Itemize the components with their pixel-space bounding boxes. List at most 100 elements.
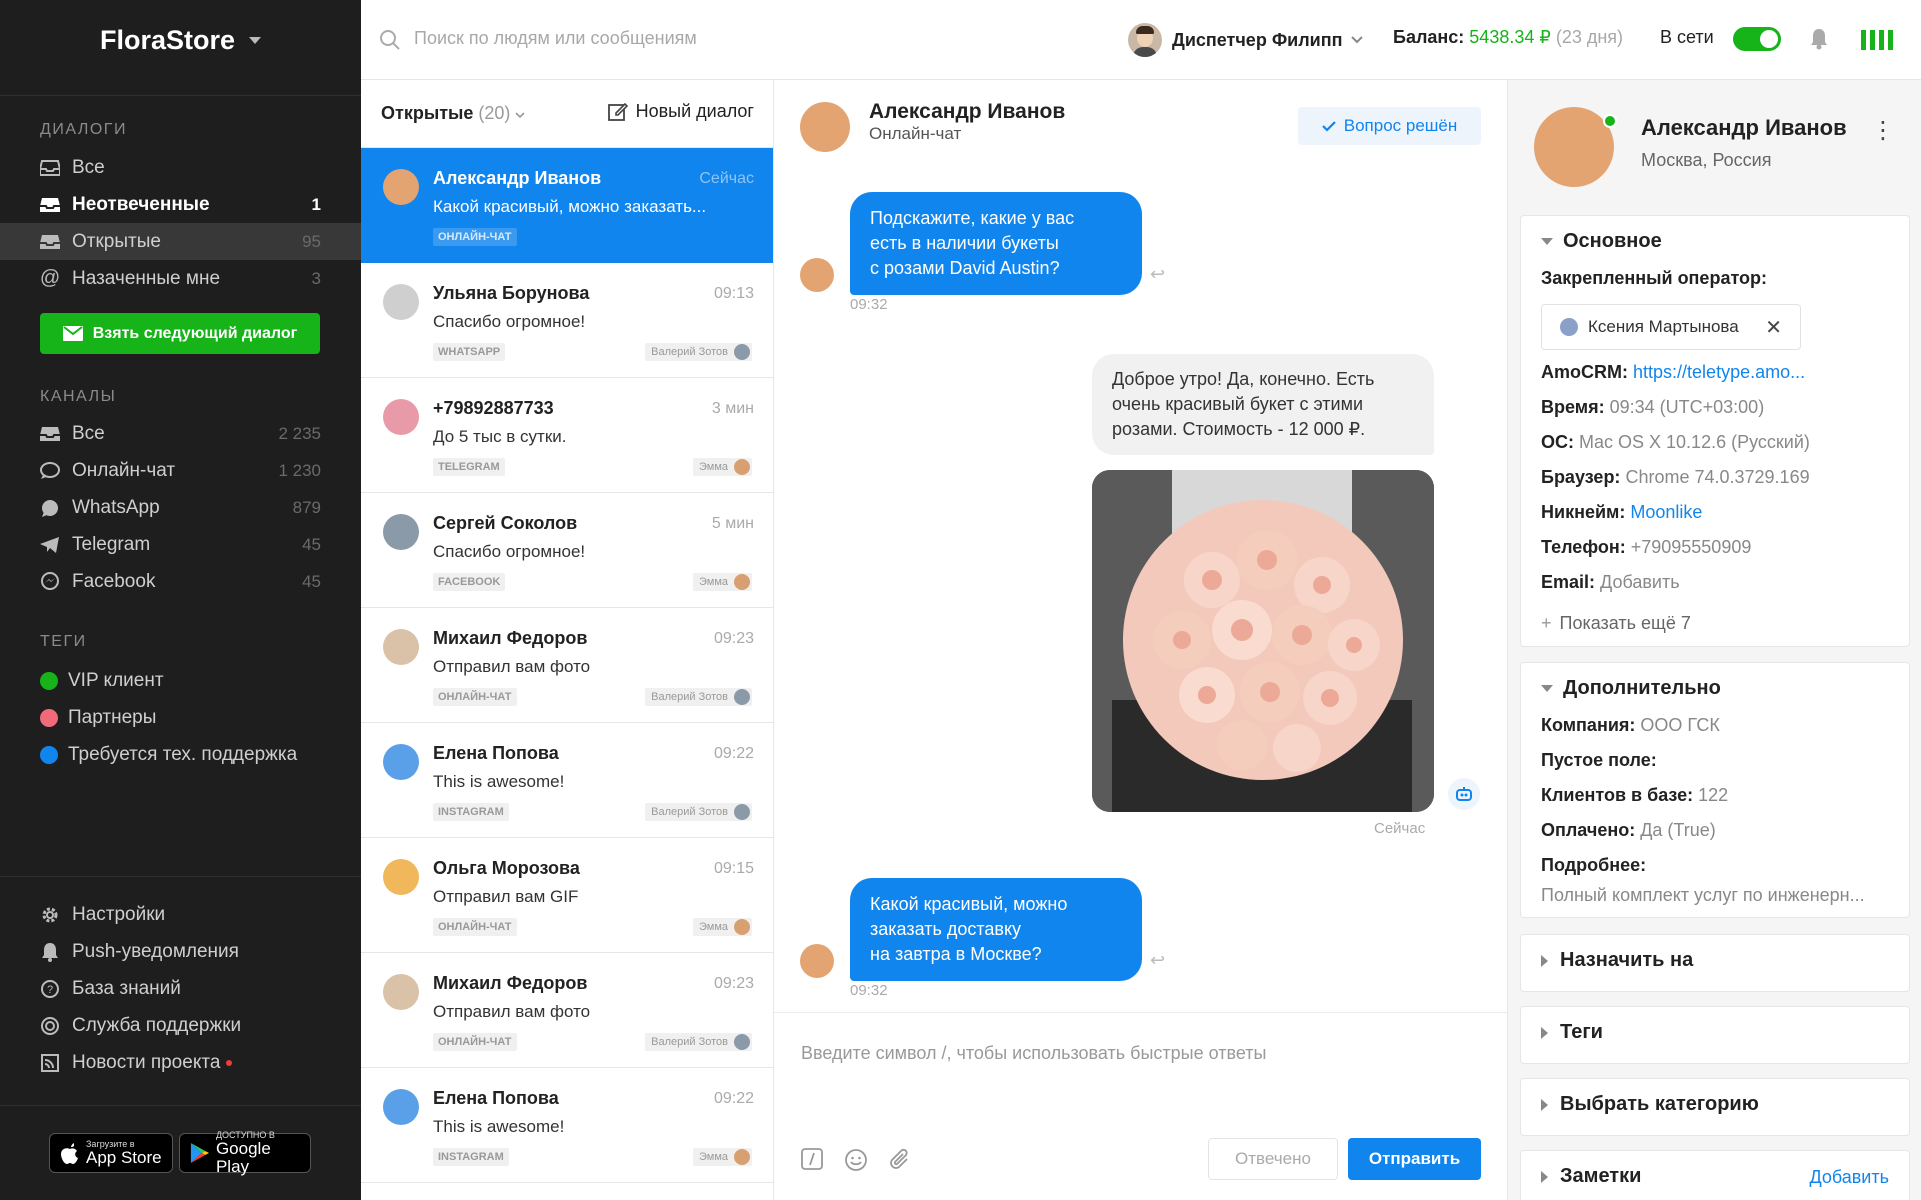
- sidebar-item-assigned-to-me[interactable]: @ Назаченные мне 3: [0, 260, 361, 297]
- amocrm-link[interactable]: https://teletype.amo...: [1633, 362, 1805, 382]
- message-line: Доброе утро! Да, конечно. Есть: [1112, 369, 1375, 389]
- main-info-toggle[interactable]: Основное: [1541, 230, 1662, 253]
- sidebar-item-channel-online-chat[interactable]: Онлайн-чат 1 230: [0, 452, 361, 489]
- sidebar-tag-tech-support[interactable]: Требуется тех. поддержка: [0, 736, 361, 773]
- agent-switcher[interactable]: Диспетчер Филипп: [1128, 23, 1363, 57]
- sidebar-item-unanswered[interactable]: Неотвеченные 1: [0, 186, 361, 223]
- dialog-last-message: Спасибо огромное!: [433, 312, 586, 331]
- assign-header: Назначить на: [1541, 949, 1693, 972]
- quick-replies-icon[interactable]: [801, 1148, 823, 1170]
- dialog-list-item[interactable]: Елена Попова 09:22 This is awesome! INST…: [361, 723, 773, 838]
- close-icon[interactable]: ✕: [1765, 315, 1782, 340]
- profile-location: Москва, Россия: [1641, 150, 1772, 170]
- dialog-time: Сейчас: [699, 170, 754, 187]
- online-toggle[interactable]: [1733, 27, 1781, 51]
- sidebar-tag-partners[interactable]: Партнеры: [0, 699, 361, 736]
- sidebar-item-count: 95: [302, 231, 321, 251]
- field-label: Подробнее:: [1541, 855, 1647, 875]
- sidebar-item-news[interactable]: Новости проекта: [0, 1044, 361, 1081]
- extra-info-toggle[interactable]: Дополнительно: [1541, 677, 1721, 700]
- dialog-list-item[interactable]: +79892887733 3 мин До 5 тыс в сутки. TEL…: [361, 378, 773, 493]
- sidebar-item-support[interactable]: Служба поддержки: [0, 1007, 361, 1044]
- chevron-down-icon: [515, 112, 526, 119]
- dialog-assignee-badge: Валерий Зотов: [645, 343, 752, 361]
- assigned-operator-chip[interactable]: Ксения Мартынова ✕: [1541, 304, 1801, 350]
- inbox-icon: [40, 424, 60, 444]
- bouquet-photo[interactable]: [1092, 470, 1434, 812]
- category-card[interactable]: Выбрать категорию: [1520, 1078, 1910, 1136]
- sidebar-item-count: 2 235: [278, 423, 321, 443]
- bell-icon[interactable]: [1810, 28, 1828, 50]
- signal-strength-icon[interactable]: [1861, 28, 1895, 50]
- notes-card[interactable]: Заметки Добавить: [1520, 1150, 1910, 1200]
- dialog-contact-name: Ольга Морозова: [433, 858, 580, 878]
- dialog-list-item[interactable]: Елена Попова 09:22 This is awesome! INST…: [361, 1068, 773, 1183]
- sidebar-tag-vip[interactable]: VIP клиент: [0, 662, 361, 699]
- compose-icon: [607, 102, 628, 121]
- dialog-list-item[interactable]: Михаил Федоров 09:23 Отправил вам фото О…: [361, 608, 773, 723]
- emoji-icon[interactable]: [844, 1148, 868, 1172]
- chat-contact-name: Александр Иванов: [869, 100, 1066, 123]
- assign-card[interactable]: Назначить на: [1520, 934, 1910, 992]
- add-note-button[interactable]: Добавить: [1809, 1167, 1889, 1188]
- sidebar-item-count: 879: [292, 497, 321, 517]
- message-line: заказать доставку: [870, 919, 1022, 939]
- dialog-assignee-name: Валерий Зотов: [651, 346, 728, 358]
- sidebar-item-settings[interactable]: Настройки: [0, 896, 361, 933]
- new-dialog-button[interactable]: Новый диалог: [607, 101, 754, 122]
- google-play-big-text: Google Play: [215, 1139, 271, 1176]
- field-value: +79095550909: [1630, 537, 1752, 557]
- dialog-list-item[interactable]: Михаил Федоров 09:23 Отправил вам фото О…: [361, 953, 773, 1068]
- add-email-link[interactable]: Добавить: [1600, 572, 1680, 592]
- sidebar-item-label: Онлайн-чат: [72, 459, 176, 481]
- avatar: [734, 804, 750, 820]
- dialog-list-item[interactable]: Ульяна Борунова 09:13 Спасибо огромное! …: [361, 263, 773, 378]
- app-store-badge[interactable]: Загрузите в App Store: [49, 1133, 173, 1173]
- sidebar: FloraStore ДИАЛОГИ Все Неотвеченные 1 От…: [0, 0, 361, 1200]
- paperclip-icon[interactable]: [888, 1148, 912, 1172]
- tags-card[interactable]: Теги: [1520, 1006, 1910, 1064]
- online-status-label: В сети: [1660, 27, 1714, 47]
- answered-button[interactable]: Отвечено: [1208, 1138, 1338, 1180]
- dialog-list-item[interactable]: Александр Иванов Сейчас Какой красивый, …: [361, 148, 773, 263]
- message-input[interactable]: Введите символ /, чтобы использовать быс…: [801, 1043, 1266, 1064]
- sidebar-item-channel-telegram[interactable]: Telegram 45: [0, 526, 361, 563]
- reply-icon[interactable]: ↩: [1150, 264, 1165, 285]
- sidebar-item-label: Push-уведомления: [72, 940, 239, 962]
- sidebar-item-knowledge-base[interactable]: ? База знаний: [0, 970, 361, 1007]
- avatar: [383, 629, 419, 665]
- send-button[interactable]: Отправить: [1348, 1138, 1481, 1180]
- avatar: [734, 344, 750, 360]
- tags-header: Теги: [1541, 1021, 1603, 1044]
- field-label: Телефон:: [1541, 537, 1626, 557]
- rss-icon: [40, 1053, 60, 1073]
- search-input[interactable]: Поиск по людям или сообщениям: [414, 28, 914, 54]
- sidebar-item-open[interactable]: Открытые 95: [0, 223, 361, 260]
- sidebar-item-channel-whatsapp[interactable]: WhatsApp 879: [0, 489, 361, 526]
- take-next-dialog-button[interactable]: Взять следующий диалог: [40, 313, 320, 354]
- more-vertical-icon[interactable]: ⋮: [1871, 116, 1895, 145]
- chat-panel: Александр Иванов Онлайн-чат Вопрос решён…: [774, 80, 1507, 1200]
- message-line: Какой красивый, можно: [870, 894, 1068, 914]
- sidebar-item-channel-all[interactable]: Все 2 235: [0, 415, 361, 452]
- sidebar-item-all-dialogs[interactable]: Все: [0, 149, 361, 186]
- dialog-list-item[interactable]: Ольга Морозова 09:15 Отправил вам GIF ОН…: [361, 838, 773, 953]
- nickname-link[interactable]: Moonlike: [1630, 502, 1702, 522]
- dialog-last-message: Отправил вам фото: [433, 1002, 591, 1021]
- svg-text:?: ?: [47, 984, 53, 996]
- avatar: [800, 258, 834, 292]
- sidebar-item-channel-facebook[interactable]: Facebook 45: [0, 563, 361, 600]
- workspace-switcher[interactable]: FloraStore: [0, 0, 361, 80]
- resolved-button[interactable]: Вопрос решён: [1298, 107, 1481, 145]
- sidebar-item-label: Настройки: [72, 903, 166, 925]
- new-dialog-label: Новый диалог: [635, 101, 754, 121]
- message-line: есть в наличии букеты: [870, 233, 1059, 253]
- sidebar-item-push[interactable]: Push-уведомления: [0, 933, 361, 970]
- google-play-badge[interactable]: ДОСТУПНО В Google Play: [179, 1130, 311, 1176]
- assign-title: Назначить на: [1560, 949, 1694, 971]
- dialog-list-item[interactable]: Сергей Соколов 5 мин Спасибо огромное! F…: [361, 493, 773, 608]
- reply-icon[interactable]: ↩: [1150, 950, 1165, 971]
- show-more-button[interactable]: + Показать ещё 7: [1541, 613, 1691, 634]
- dialog-filter-dropdown[interactable]: Открытые (20): [381, 103, 526, 124]
- extra-info-title: Дополнительно: [1563, 677, 1721, 699]
